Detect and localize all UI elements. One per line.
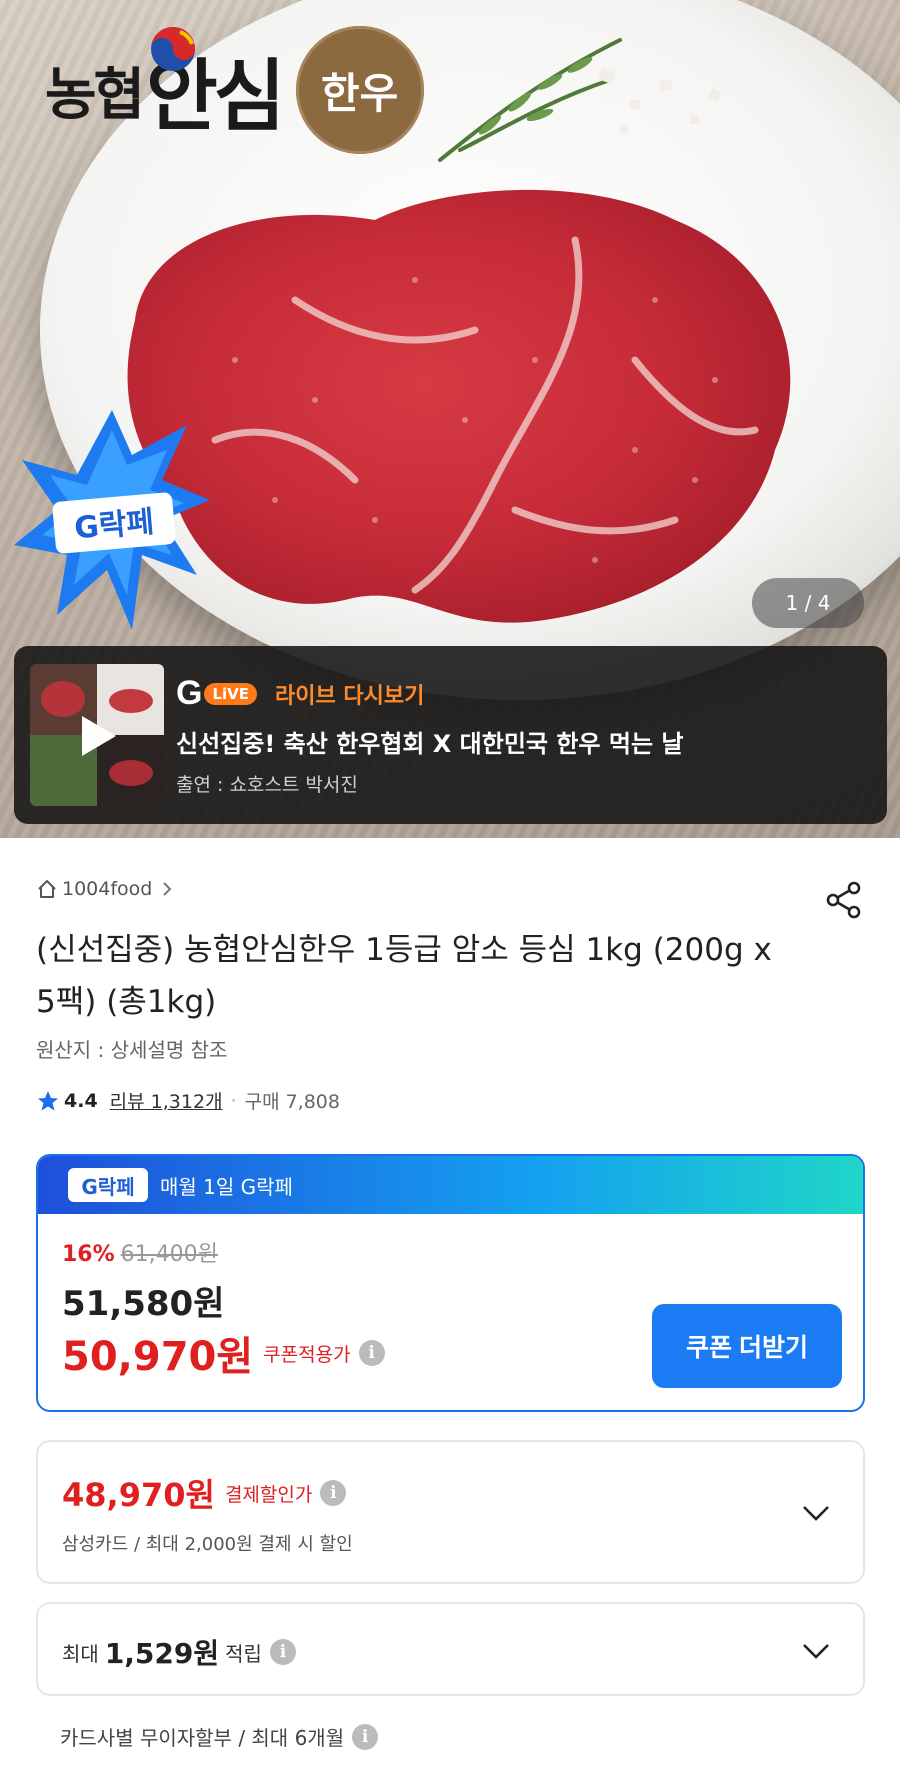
purchase-count: 구매 7,808 xyxy=(244,1091,340,1113)
separator-dot: · xyxy=(230,1089,237,1112)
share-icon[interactable] xyxy=(824,880,864,920)
home-icon xyxy=(38,880,56,898)
store-link[interactable]: 1004food xyxy=(36,878,180,900)
glakpe-logo-icon: G락페 xyxy=(68,1168,148,1202)
glakpe-badge-text: G락페 xyxy=(73,505,156,547)
steak-image xyxy=(127,189,791,623)
chevron-down-icon[interactable] xyxy=(801,1642,831,1660)
installment-row: 카드사별 무이자할부 / 최대 6개월 i xyxy=(60,1722,379,1751)
payment-discount-card[interactable]: 48,970원 결제할인가 i 삼성카드 / 최대 2,000원 결제 시 할인 xyxy=(36,1440,865,1584)
play-icon[interactable] xyxy=(70,710,122,762)
glive-logo-g: G xyxy=(176,674,203,712)
product-title: (신선집중) 농협안심한우 1등급 암소 등심 1kg (200g x 5팩) … xyxy=(36,932,772,1020)
installment-text: 카드사별 무이자할부 / 최대 6개월 xyxy=(60,1726,345,1750)
points-card[interactable]: 최대 1,529원 적립 i xyxy=(36,1602,865,1696)
taeguk-icon xyxy=(151,27,195,71)
origin-info: 원산지 : 상세설명 참조 xyxy=(36,1038,228,1062)
live-host: 출연 : 쇼호스트 박서진 xyxy=(176,774,358,796)
brand-logo: 농협 안심 한우 xyxy=(45,20,424,160)
product-image-carousel[interactable]: 농협 안심 한우 G락페 1 / 4 G LiVE 라이브 다시보기 신선집중!… xyxy=(0,0,900,838)
payment-price-row: 48,970원 결제할인가 i xyxy=(62,1470,347,1516)
star-icon xyxy=(38,1090,58,1110)
sale-price: 51,580원 xyxy=(62,1284,225,1324)
live-title: 신선집중! 축산 한우협회 X 대한민국 한우 먹는 날 xyxy=(176,730,684,758)
payment-price-label: 결제할인가 xyxy=(224,1483,313,1506)
glakpe-badge: G락페 xyxy=(12,405,212,635)
info-icon[interactable]: i xyxy=(358,1340,385,1366)
coupon-header: G락페 매월 1일 G락페 xyxy=(38,1156,863,1214)
coupon-header-text: 매월 1일 G락페 xyxy=(160,1174,293,1199)
rating-row: 4.4 리뷰 1,312개 · 구매 7,808 xyxy=(36,1087,340,1114)
rating-score: 4.4 xyxy=(64,1089,98,1112)
carousel-page-counter: 1 / 4 xyxy=(752,578,864,628)
coupon-price-row: 50,970원 쿠폰적용가 i xyxy=(62,1324,385,1382)
points-row: 최대 1,529원 적립 i xyxy=(62,1632,296,1672)
get-coupon-button[interactable]: 쿠폰 더받기 xyxy=(652,1304,842,1388)
lightning-burst-icon: G락페 xyxy=(14,410,210,630)
glakpe-logo-text: G락페 xyxy=(81,1175,134,1199)
payment-discount-detail: 삼성카드 / 최대 2,000원 결제 시 할인 xyxy=(62,1534,353,1555)
points-prefix: 최대 xyxy=(62,1641,99,1666)
live-replay-card[interactable]: G LiVE 라이브 다시보기 신선집중! 축산 한우협회 X 대한민국 한우 … xyxy=(14,646,887,824)
brand-logo-nh: 농협 xyxy=(45,62,145,128)
coupon-price: 50,970원 xyxy=(62,1334,254,1380)
live-replay-label: 라이브 다시보기 xyxy=(275,683,425,709)
payment-price: 48,970원 xyxy=(62,1476,215,1514)
glive-header: G LiVE 라이브 다시보기 xyxy=(176,674,424,713)
chevron-down-icon[interactable] xyxy=(801,1504,831,1522)
original-price: 61,400원 xyxy=(120,1242,218,1267)
coupon-price-label: 쿠폰적용가 xyxy=(263,1343,351,1366)
coupon-price-box: G락페 매월 1일 G락페 16% 61,400원 51,580원 50,970… xyxy=(36,1154,865,1412)
live-thumbnail[interactable] xyxy=(30,664,164,806)
discount-row: 16% 61,400원 xyxy=(62,1236,218,1268)
points-suffix: 적립 xyxy=(225,1641,262,1666)
info-icon[interactable]: i xyxy=(269,1639,296,1665)
salt-crystals xyxy=(598,67,722,133)
review-link[interactable]: 리뷰 1,312개 xyxy=(110,1087,223,1114)
brand-logo-hanwoo-badge: 한우 xyxy=(295,26,424,154)
discount-percent: 16% xyxy=(62,1242,115,1267)
info-icon[interactable]: i xyxy=(352,1723,379,1750)
points-amount: 1,529원 xyxy=(104,1637,220,1670)
chevron-right-icon xyxy=(163,882,172,896)
store-name: 1004food xyxy=(62,878,153,900)
info-icon[interactable]: i xyxy=(320,1480,347,1506)
glive-live-pill: LiVE xyxy=(204,682,258,705)
